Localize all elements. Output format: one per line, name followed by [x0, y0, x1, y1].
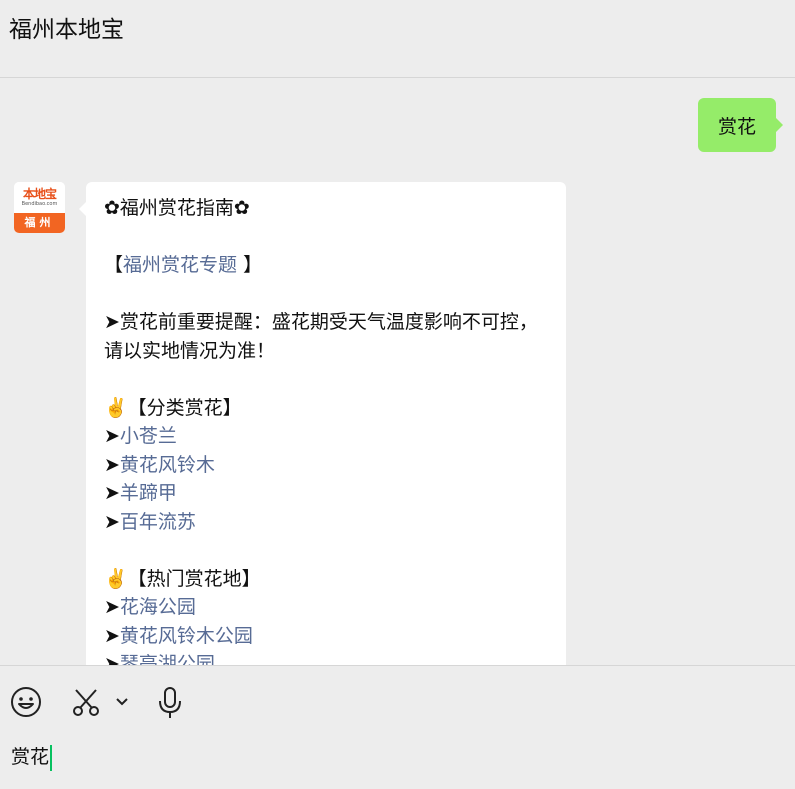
- arrow-icon: ➤: [104, 596, 120, 618]
- flower-link[interactable]: 百年流苏: [120, 511, 196, 533]
- arrow-icon: ➤: [104, 653, 120, 665]
- arrow-icon: ➤: [104, 624, 120, 647]
- tip-text: ➤赏花前重要提醒：盛花期受天气温度影响不可控，请以实地情况为准！: [104, 311, 538, 362]
- sent-message-text: 赏花: [717, 115, 756, 138]
- list-item: ➤琴亭湖公园: [104, 650, 548, 665]
- place-link[interactable]: 花海公园: [120, 596, 196, 618]
- arrow-icon: ➤: [104, 453, 120, 476]
- place-link[interactable]: 琴亭湖公园: [120, 653, 215, 665]
- message-input[interactable]: 赏花: [11, 742, 53, 771]
- avatar-logo-text: 本地宝: [22, 187, 57, 201]
- list-item: ➤黄花风铃木: [104, 451, 548, 480]
- emoji-icon[interactable]: [10, 686, 42, 722]
- topic-link[interactable]: 福州赏花专题: [123, 254, 237, 276]
- topic-bracket-open: 【: [104, 254, 124, 276]
- place-link[interactable]: 黄花风铃木公园: [120, 625, 253, 647]
- chevron-down-icon[interactable]: [114, 694, 130, 713]
- microphone-icon[interactable]: [156, 686, 184, 724]
- arrow-icon: ➤: [104, 482, 120, 504]
- flower-link[interactable]: 羊蹄甲: [120, 482, 177, 504]
- flower-link[interactable]: 小苍兰: [120, 425, 177, 447]
- message-list[interactable]: 赏花 本地宝 Bendibao.com 福州 ✿福州赏花指南✿ 【福州赏花专题 …: [0, 79, 795, 665]
- chat-title: 福州本地宝: [9, 17, 124, 43]
- list-item: ➤羊蹄甲: [104, 479, 548, 508]
- topic-line: 【福州赏花专题 】: [104, 251, 548, 280]
- avatar[interactable]: 本地宝 Bendibao.com 福州: [14, 182, 65, 233]
- section-title-category: ✌️【分类赏花】: [104, 396, 242, 419]
- list-item: ➤黄花风铃木公园: [104, 622, 548, 651]
- list-item: ➤小苍兰: [104, 422, 548, 451]
- sent-message-bubble[interactable]: 赏花: [698, 98, 783, 152]
- chat-header: 福州本地宝: [0, 0, 795, 78]
- section-title-places: ✌️【热门赏花地】: [104, 567, 261, 590]
- list-item: ➤花海公园: [104, 593, 548, 622]
- received-message-bubble[interactable]: ✿福州赏花指南✿ 【福州赏花专题 】 ➤赏花前重要提醒：盛花期受天气温度影响不可…: [79, 182, 566, 665]
- topic-bracket-close: 】: [237, 254, 263, 276]
- avatar-logo: 本地宝 Bendibao.com: [14, 182, 65, 213]
- guide-title: ✿福州赏花指南✿: [104, 197, 250, 219]
- arrow-icon: ➤: [104, 425, 120, 447]
- scissors-icon[interactable]: [70, 686, 102, 722]
- avatar-logo-sub: Bendibao.com: [21, 201, 58, 207]
- text-caret: [50, 744, 53, 771]
- input-area: 赏花: [0, 665, 795, 789]
- message-input-value: 赏花: [11, 746, 50, 768]
- list-item: ➤百年流苏: [104, 508, 548, 537]
- flower-link[interactable]: 黄花风铃木: [120, 454, 215, 476]
- avatar-city: 福州: [14, 213, 65, 233]
- arrow-icon: ➤: [104, 510, 120, 533]
